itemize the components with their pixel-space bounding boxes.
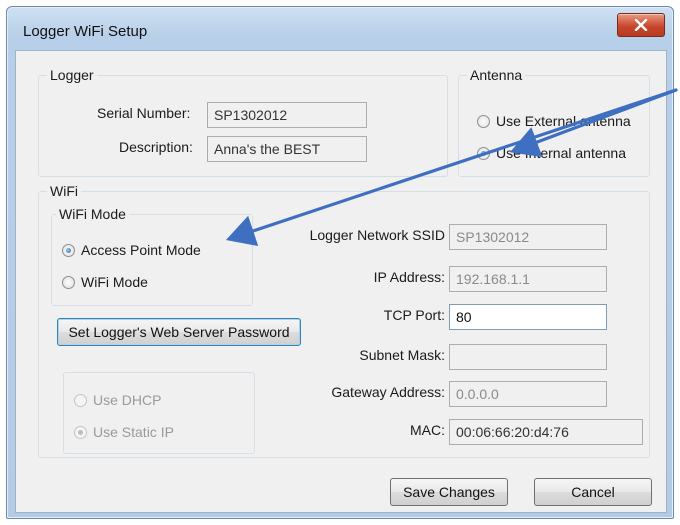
- ssid-field[interactable]: SP1302012: [449, 224, 607, 250]
- close-button[interactable]: [617, 13, 665, 37]
- external-antenna-radio[interactable]: Use External antenna: [477, 112, 631, 130]
- use-static-ip-radio[interactable]: Use Static IP: [74, 423, 174, 441]
- dialog-body: Logger Serial Number: SP1302012 Descript…: [15, 50, 667, 513]
- ip-mode-group: Use DHCP Use Static IP: [63, 372, 255, 454]
- mac-label: MAC:: [410, 422, 445, 438]
- wifi-mode-legend: WiFi Mode: [56, 205, 129, 223]
- access-point-mode-label: Access Point Mode: [81, 242, 201, 258]
- serial-number-field[interactable]: SP1302012: [207, 102, 367, 128]
- wifi-group: WiFi WiFi Mode Access Point Mode WiFi Mo…: [38, 182, 650, 458]
- internal-antenna-radio[interactable]: Use Internal antenna: [477, 144, 626, 162]
- access-point-mode-radio[interactable]: Access Point Mode: [62, 241, 201, 259]
- tcp-port-label: TCP Port:: [383, 307, 445, 323]
- ip-address-field[interactable]: 192.168.1.1: [449, 266, 607, 292]
- use-dhcp-radio[interactable]: Use DHCP: [74, 391, 161, 409]
- tcp-port-field[interactable]: 80: [449, 304, 607, 330]
- antenna-legend: Antenna: [467, 66, 526, 84]
- cancel-button[interactable]: Cancel: [534, 478, 652, 506]
- logger-group: Logger Serial Number: SP1302012 Descript…: [38, 66, 448, 177]
- gateway-address-field[interactable]: 0.0.0.0: [449, 381, 607, 407]
- mac-field[interactable]: 00:06:66:20:d4:76: [449, 419, 643, 445]
- wifi-mode-group: WiFi Mode Access Point Mode WiFi Mode: [51, 205, 253, 306]
- subnet-mask-label: Subnet Mask:: [359, 347, 445, 363]
- window-title: Logger WiFi Setup: [23, 23, 148, 40]
- wifi-mode-label: WiFi Mode: [81, 274, 148, 290]
- dialog-window: Logger WiFi Setup Logger Serial Number: …: [6, 6, 674, 519]
- internal-antenna-label: Use Internal antenna: [496, 145, 626, 161]
- description-field[interactable]: Anna's the BEST: [207, 136, 367, 162]
- set-password-button[interactable]: Set Logger's Web Server Password: [57, 318, 301, 346]
- description-label: Description:: [119, 139, 193, 155]
- wifi-mode-radio[interactable]: WiFi Mode: [62, 273, 148, 291]
- radio-icon: [74, 393, 87, 407]
- wifi-legend: WiFi: [47, 182, 81, 200]
- close-x-icon: [634, 19, 648, 31]
- radio-selected-icon: [62, 243, 75, 257]
- radio-selected-icon: [74, 425, 87, 439]
- use-dhcp-label: Use DHCP: [93, 392, 162, 408]
- logger-legend: Logger: [47, 66, 97, 84]
- radio-icon: [62, 275, 75, 289]
- gateway-address-label: Gateway Address:: [331, 384, 445, 400]
- antenna-group: Antenna Use External antenna Use Interna…: [458, 66, 650, 177]
- serial-number-label: Serial Number:: [97, 105, 191, 121]
- subnet-mask-field[interactable]: [449, 344, 607, 370]
- ip-address-label: IP Address:: [373, 269, 445, 285]
- radio-selected-icon: [477, 146, 490, 160]
- external-antenna-label: Use External antenna: [496, 113, 631, 129]
- save-changes-button[interactable]: Save Changes: [390, 478, 508, 506]
- radio-icon: [477, 114, 490, 128]
- ssid-label: Logger Network SSID: [309, 227, 445, 243]
- use-static-ip-label: Use Static IP: [93, 424, 174, 440]
